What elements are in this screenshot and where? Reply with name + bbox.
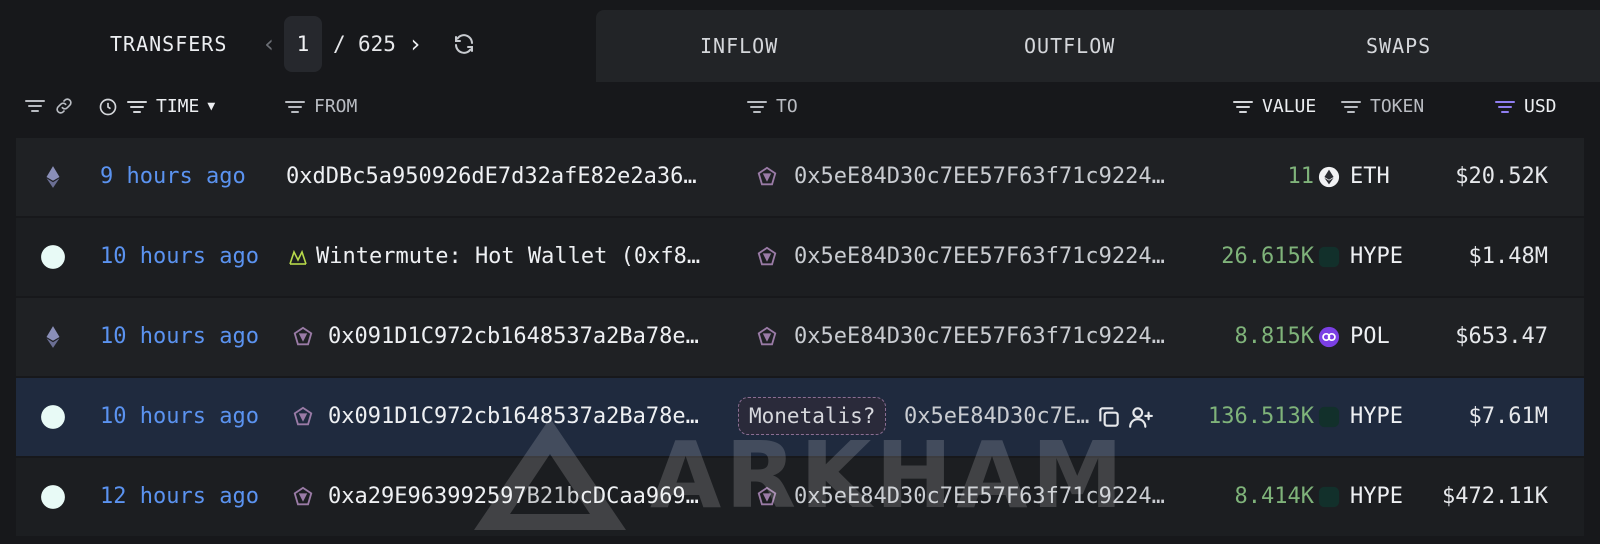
to-address[interactable]: 0x5eE84D30c7EE57F63f71c9224…	[794, 244, 1165, 269]
ethereum-icon	[46, 166, 60, 188]
contract-icon	[757, 486, 777, 506]
page-current: 1	[296, 32, 310, 56]
to-address[interactable]: 0x5eE84D30c7EE57F63f71c9224…	[794, 324, 1165, 349]
value-amount: 8.815K	[1234, 324, 1314, 349]
refresh-icon[interactable]	[452, 32, 476, 56]
token-column-header[interactable]: TOKEN	[1340, 96, 1424, 117]
chevron-left-icon[interactable]: ‹	[262, 30, 276, 58]
token-symbol[interactable]: POL	[1350, 324, 1390, 349]
hype-token-icon	[1318, 246, 1340, 268]
contract-icon	[293, 326, 313, 346]
top-bar: TRANSFERS ‹ 1 / 625 › INFLOW OUTFLOW SWA…	[0, 0, 1600, 82]
table-header: TIME ▼ FROM TO VALUE TOKEN USD	[0, 88, 1600, 134]
value-amount: 11	[1287, 164, 1315, 189]
from-column-header[interactable]: FROM	[284, 96, 357, 117]
tab-inflow[interactable]: INFLOW	[700, 34, 778, 58]
table-row[interactable]: 10 hours ago Wintermute: Hot Wallet (0xf…	[16, 218, 1584, 296]
from-entity[interactable]: Wintermute: Hot Wallet (0xf8…	[316, 244, 700, 269]
contract-icon	[757, 246, 777, 266]
add-user-icon[interactable]	[1128, 404, 1154, 430]
to-address[interactable]: 0x5eE84D30c7EE57F63f71c9224…	[794, 484, 1165, 509]
hyperliquid-icon	[41, 485, 65, 509]
table-row[interactable]: 10 hours ago 0x091D1C972cb1648537a2Ba78e…	[16, 298, 1584, 376]
link-icon	[56, 98, 72, 114]
token-symbol[interactable]: HYPE	[1350, 404, 1403, 429]
filter-icon	[747, 100, 767, 113]
usd-amount: $1.48M	[1468, 244, 1548, 269]
copy-icon[interactable]	[1096, 404, 1122, 430]
contract-icon	[757, 326, 777, 346]
usd-amount: $653.47	[1455, 324, 1548, 349]
hyperliquid-icon	[41, 245, 65, 269]
tab-outflow[interactable]: OUTFLOW	[1024, 34, 1115, 58]
value-amount: 136.513K	[1208, 404, 1314, 429]
transfers-title: TRANSFERS	[110, 32, 228, 56]
to-address[interactable]: 0x5eE84D30c7EE57F63f71c9224…	[794, 164, 1165, 189]
value-amount: 26.615K	[1221, 244, 1314, 269]
filter-icon	[1341, 100, 1361, 113]
ethereum-icon	[46, 326, 60, 348]
chain-filter[interactable]	[24, 96, 74, 116]
to-header-label: TO	[776, 96, 798, 117]
time-link[interactable]: 10 hours ago	[100, 404, 259, 429]
time-header-label: TIME	[156, 96, 200, 117]
contract-icon	[293, 486, 313, 506]
value-header-label: VALUE	[1262, 96, 1317, 117]
time-link[interactable]: 12 hours ago	[100, 484, 259, 509]
page-separator: /	[333, 32, 346, 56]
token-symbol[interactable]: HYPE	[1350, 244, 1403, 269]
token-header-label: TOKEN	[1370, 96, 1425, 117]
page-total: 625	[358, 32, 396, 56]
page-number-input[interactable]: 1	[284, 16, 322, 72]
sort-desc-icon: ▼	[207, 99, 216, 114]
time-link[interactable]: 10 hours ago	[100, 244, 259, 269]
from-header-label: FROM	[314, 96, 358, 117]
usd-column-header[interactable]: USD	[1494, 96, 1557, 117]
hype-token-icon	[1318, 486, 1340, 508]
time-link[interactable]: 9 hours ago	[100, 164, 246, 189]
filter-icon	[1233, 100, 1253, 113]
from-address[interactable]: 0x091D1C972cb1648537a2Ba78e…	[328, 404, 699, 429]
table-row[interactable]: 9 hours ago 0xdDBc5a950926dE7d32afE82e2a…	[16, 138, 1584, 216]
clock-icon	[99, 98, 117, 115]
time-link[interactable]: 10 hours ago	[100, 324, 259, 349]
table-row[interactable]: 12 hours ago 0xa29E963992597B21bcDCaa969…	[16, 458, 1584, 536]
value-amount: 8.414K	[1234, 484, 1314, 509]
pol-token-icon	[1318, 326, 1340, 348]
filter-icon	[285, 100, 305, 113]
usd-header-label: USD	[1524, 96, 1557, 117]
to-column-header[interactable]: TO	[746, 96, 798, 117]
chevron-right-icon[interactable]: ›	[408, 30, 422, 58]
usd-amount: $7.61M	[1468, 404, 1548, 429]
wintermute-logo-icon	[289, 249, 307, 265]
tab-swaps[interactable]: SWAPS	[1366, 34, 1431, 58]
token-symbol[interactable]: ETH	[1350, 164, 1390, 189]
eth-token-icon	[1318, 166, 1340, 188]
time-column-header[interactable]: TIME ▼	[98, 96, 215, 117]
filter-icon	[25, 100, 45, 112]
hyperliquid-icon	[41, 405, 65, 429]
contract-icon	[757, 166, 777, 186]
from-address[interactable]: 0x091D1C972cb1648537a2Ba78e…	[328, 324, 699, 349]
usd-amount: $472.11K	[1442, 484, 1548, 509]
table-row-highlighted[interactable]: 10 hours ago 0x091D1C972cb1648537a2Ba78e…	[16, 378, 1584, 456]
transfers-pager: TRANSFERS ‹ 1 / 625 ›	[0, 0, 596, 82]
filter-icon	[127, 100, 147, 113]
filter-active-icon	[1495, 100, 1515, 113]
contract-icon	[293, 406, 313, 426]
entity-tag[interactable]: Monetalis?	[738, 397, 887, 435]
value-column-header[interactable]: VALUE	[1232, 96, 1316, 117]
from-address[interactable]: 0xdDBc5a950926dE7d32afE82e2a36…	[286, 164, 697, 189]
usd-amount: $20.52K	[1455, 164, 1548, 189]
hype-token-icon	[1318, 406, 1340, 428]
to-address[interactable]: 0x5eE84D30c7E…	[904, 404, 1089, 429]
from-address[interactable]: 0xa29E963992597B21bcDCaa969…	[328, 484, 699, 509]
token-symbol[interactable]: HYPE	[1350, 484, 1403, 509]
flow-tabs: INFLOW OUTFLOW SWAPS	[596, 10, 1600, 82]
